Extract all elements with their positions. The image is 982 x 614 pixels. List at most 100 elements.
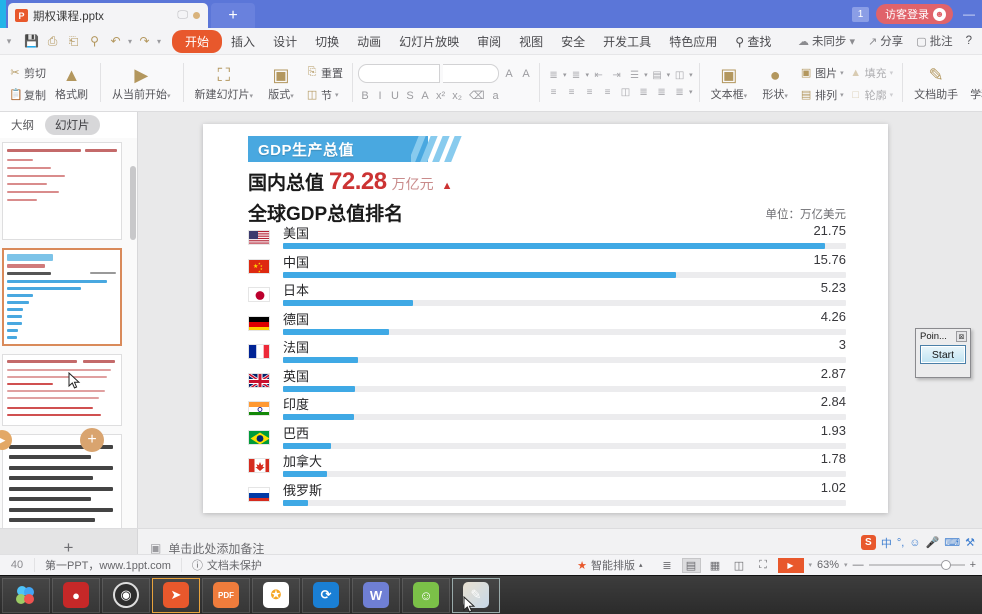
notification-badge[interactable]: 1 — [852, 6, 869, 22]
tab-review[interactable]: 审阅 — [468, 30, 510, 53]
share-button[interactable]: ↗ 分享 — [863, 31, 908, 51]
clear-formatting-button[interactable]: ⌫ — [466, 88, 488, 103]
decrease-font-size-button[interactable]: A — [519, 67, 533, 81]
numbering-icon[interactable]: ≣ — [568, 68, 585, 83]
font-size-select[interactable] — [443, 64, 500, 83]
zoom-out-button[interactable]: — — [853, 559, 864, 571]
protection-status[interactable]: ⓘ 文档未保护 — [180, 558, 272, 572]
tab-security[interactable]: 安全 — [552, 30, 594, 53]
taskbar-item-flash[interactable]: ➤ — [152, 577, 200, 613]
tab-transitions[interactable]: 切换 — [306, 30, 348, 53]
picture-button[interactable]: ▣ 图片 ▾ — [797, 63, 847, 83]
menu-collapse-chevron-icon[interactable]: ▾ — [0, 36, 18, 47]
close-icon[interactable]: ⊠ — [956, 331, 967, 342]
punctuation-icon[interactable]: °, — [897, 537, 904, 549]
taskbar-item-wechat[interactable]: ☺ — [402, 577, 450, 613]
keyboard-icon[interactable]: ⌨ — [944, 536, 960, 549]
tools-icon[interactable]: ⚒ — [965, 536, 975, 549]
tab-slides[interactable]: 幻灯片 — [45, 115, 100, 135]
help-button[interactable]: ? — [961, 33, 977, 49]
tab-start[interactable]: 开始 — [172, 29, 223, 53]
doc-assistant-button[interactable]: ✎ 文档助手 — [908, 64, 964, 104]
slide-thumbnail[interactable] — [2, 434, 122, 528]
reading-view-icon[interactable]: ◫ — [730, 558, 749, 573]
textbox-button[interactable]: ▣ 文本框▾ — [705, 64, 754, 104]
align-text-icon[interactable]: ▤ — [649, 68, 666, 83]
fill-button[interactable]: ▲ 填充 ▾ — [847, 63, 897, 83]
subject-assistant-button[interactable]: ☰ 学科助手▾ — [964, 64, 982, 104]
arrange-button[interactable]: ▤ 排列 ▾ — [797, 85, 847, 105]
taskbar-item-obs[interactable]: ◉ — [102, 577, 150, 613]
mic-icon[interactable]: 🎤 — [926, 536, 940, 549]
underline-button[interactable]: U — [388, 89, 402, 103]
bullets-icon[interactable]: ≣ — [545, 68, 562, 83]
current-slide[interactable]: GDP生产总值 国内总值 72.28 万亿元 ▲ 全球GDP总值排名 单位：万亿… — [203, 124, 888, 513]
justify-icon[interactable]: ≡ — [599, 85, 616, 100]
copy-button[interactable]: 📋 复制 — [6, 85, 49, 105]
superscript-button[interactable]: x² — [433, 89, 448, 103]
format-painter-button[interactable]: ▲ 格式刷 — [49, 64, 94, 104]
tab-special-apps[interactable]: 特色应用 — [660, 30, 726, 53]
notes-view-icon[interactable]: ⛶ — [754, 558, 773, 573]
ime-mode-label[interactable]: 中 — [881, 535, 892, 551]
zoom-in-button[interactable]: + — [970, 559, 976, 571]
comment-button[interactable]: ▢ 批注 — [911, 31, 957, 51]
outline-button[interactable]: □ 轮廓 ▾ — [847, 85, 897, 105]
align-left-icon[interactable]: ≡ — [545, 85, 562, 100]
sync-status-button[interactable]: ☁ 未同步 ▾ — [793, 31, 860, 51]
zoom-caret-icon[interactable]: ▾ — [844, 561, 848, 569]
emoji-icon[interactable]: ☺ — [909, 537, 920, 549]
save-as-icon[interactable]: ⎗ — [64, 32, 83, 51]
paragraph-spacing-icon[interactable]: ≣ — [671, 85, 688, 100]
zoom-slider[interactable] — [868, 560, 965, 570]
shapes-button[interactable]: ● 形状▾ — [753, 64, 797, 104]
pointer-tool-window[interactable]: Poin... ⊠ Start — [915, 328, 971, 378]
taskbar-item-sogou[interactable]: ⟳ — [302, 577, 350, 613]
section-button[interactable]: ◫ 节 ▾ — [303, 85, 346, 105]
font-family-select[interactable] — [358, 64, 441, 83]
decrease-indent-icon[interactable]: ⇤ — [590, 68, 607, 83]
character-spacing-button[interactable]: a — [489, 89, 503, 103]
strikethrough-button[interactable]: S — [403, 89, 417, 103]
login-button[interactable]: 访客登录 ☻ — [876, 4, 953, 24]
taskbar-item-paint[interactable]: ✎ — [452, 577, 500, 613]
bold-button[interactable]: B — [358, 89, 372, 103]
tab-design[interactable]: 设计 — [264, 30, 306, 53]
normal-view-icon[interactable]: ▤ — [681, 557, 701, 573]
increase-indent-icon[interactable]: ⇥ — [608, 68, 625, 83]
increase-font-size-button[interactable]: A — [502, 67, 516, 81]
ime-toolbar[interactable]: S 中 °, ☺ 🎤 ⌨ ⚒ — [857, 533, 978, 552]
list-level-icon[interactable]: ≣ — [653, 85, 670, 100]
save-icon[interactable]: 💾 — [22, 32, 41, 51]
start-button[interactable]: Start — [920, 345, 966, 364]
new-tab-button[interactable]: + — [211, 3, 255, 28]
tab-insert[interactable]: 插入 — [222, 30, 264, 53]
add-slide-button[interactable]: + — [80, 428, 104, 452]
taskbar-item-bank[interactable]: ● — [52, 577, 100, 613]
slide-thumbnail[interactable] — [2, 354, 122, 426]
slide-thumbnail-selected[interactable] — [2, 248, 122, 346]
tab-animations[interactable]: 动画 — [348, 30, 390, 53]
taskbar-item-pdf[interactable]: PDF — [202, 577, 250, 613]
line-spacing-icon[interactable]: ≣ — [635, 85, 652, 100]
undo-caret-icon[interactable]: ▾ — [128, 37, 132, 46]
slide-sorter-icon[interactable]: ▦ — [706, 558, 725, 573]
taskbar-item-kuaishou[interactable]: ✪ — [252, 577, 300, 613]
align-center-icon[interactable]: ≡ — [563, 85, 580, 100]
thumbnail-scrollbar[interactable] — [130, 166, 136, 240]
slideshow-caret-icon[interactable]: ▾ — [809, 561, 813, 569]
columns-icon[interactable]: ◫ — [671, 68, 688, 83]
monitor-icon[interactable]: 🖵 — [177, 9, 188, 22]
tab-find[interactable]: ⚲ 查找 — [726, 30, 780, 53]
start-slideshow-button[interactable]: ▶ — [777, 557, 804, 573]
zoom-level-label[interactable]: 63% — [817, 559, 839, 571]
undo-icon[interactable]: ↶ — [106, 32, 125, 51]
tab-slideshow[interactable]: 幻灯片放映 — [390, 30, 468, 53]
cut-button[interactable]: ✂ 剪切 — [6, 63, 49, 83]
tab-view[interactable]: 视图 — [510, 30, 552, 53]
slide-canvas[interactable]: GDP生产总值 国内总值 72.28 万亿元 ▲ 全球GDP总值排名 单位：万亿… — [138, 112, 982, 528]
print-icon[interactable]: ⎙ — [43, 32, 62, 51]
customize-caret-icon[interactable]: ▾ — [157, 37, 161, 46]
subscript-button[interactable]: x₂ — [449, 89, 465, 103]
distribute-icon[interactable]: ◫ — [617, 85, 634, 100]
